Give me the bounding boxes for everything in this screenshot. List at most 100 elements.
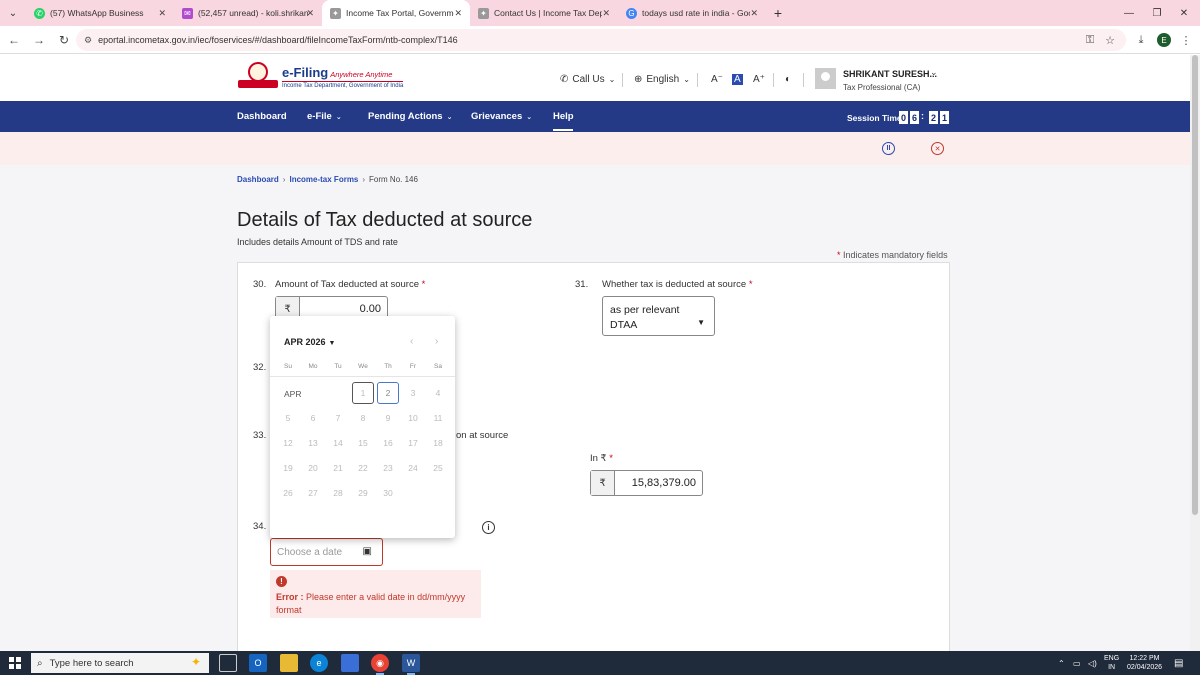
calendar-icon[interactable]: ▣ bbox=[363, 546, 372, 557]
browser-tab-mail[interactable]: ✉ (52,457 unread) - koli.shrikant@ ✕ bbox=[174, 0, 322, 26]
browser-tab-income-tax[interactable]: ✦ Income Tax Portal, Government ✕ bbox=[322, 0, 470, 26]
browser-tab-contact[interactable]: ✦ Contact Us | Income Tax Depart ✕ bbox=[470, 0, 618, 26]
notifications-icon[interactable]: ▤ bbox=[1174, 651, 1183, 675]
efiling-logo[interactable]: e-Filing Anywhere Anytime Income Tax Depa… bbox=[238, 62, 404, 92]
chevron-up-icon[interactable]: ⌃ bbox=[1058, 651, 1065, 675]
tds-basis-select[interactable]: as per relevant DTAA ▼ bbox=[602, 296, 715, 336]
page-scrollbar[interactable] bbox=[1190, 55, 1200, 651]
forward-arrow-icon[interactable]: → bbox=[27, 28, 51, 52]
calendar-day[interactable]: 4 bbox=[427, 382, 449, 404]
calendar-day[interactable]: 14 bbox=[327, 432, 349, 454]
file-explorer-icon[interactable] bbox=[280, 654, 298, 672]
calendar-day[interactable]: 20 bbox=[302, 457, 324, 479]
calendar-day[interactable]: 1 bbox=[352, 382, 374, 404]
calendar-day[interactable]: 24 bbox=[402, 457, 424, 479]
url-bar[interactable]: ⚙ eportal.incometax.gov.in/iec/foservice… bbox=[76, 29, 1126, 51]
calendar-day[interactable]: 2 bbox=[377, 382, 399, 404]
browser-tab-google[interactable]: G todays usd rate in india - Goog ✕ bbox=[618, 0, 766, 26]
pause-icon[interactable]: II bbox=[882, 142, 895, 155]
close-circle-icon[interactable]: ✕ bbox=[931, 142, 944, 155]
calendar-day[interactable]: 28 bbox=[327, 482, 349, 504]
font-increase-button[interactable]: A⁺ bbox=[753, 74, 765, 85]
datepicker-period-button[interactable]: APR 2026 ▼ bbox=[284, 337, 335, 347]
browser-menu-icon[interactable]: ⋮ bbox=[1174, 26, 1198, 54]
user-avatar[interactable] bbox=[815, 68, 836, 89]
nav-dashboard[interactable]: Dashboard bbox=[237, 111, 287, 122]
language-menu[interactable]: ⊕ English ⌄ bbox=[634, 74, 690, 85]
taskbar-search-input[interactable]: ⌕ Type here to search ✦ bbox=[31, 653, 209, 673]
volume-icon[interactable]: ◁) bbox=[1088, 651, 1097, 675]
calendar-day[interactable]: 7 bbox=[327, 407, 349, 429]
window-close-icon[interactable]: ✕ bbox=[1168, 0, 1200, 26]
calendar-day[interactable]: 10 bbox=[402, 407, 424, 429]
font-decrease-button[interactable]: A⁻ bbox=[711, 74, 723, 85]
calendar-day[interactable]: 6 bbox=[302, 407, 324, 429]
calendar-day[interactable]: 18 bbox=[427, 432, 449, 454]
scrollbar-thumb[interactable] bbox=[1192, 55, 1198, 515]
calendar-day[interactable]: 5 bbox=[277, 407, 299, 429]
close-icon[interactable]: ✕ bbox=[750, 8, 758, 19]
next-month-icon[interactable]: › bbox=[435, 336, 438, 347]
windows-start-icon[interactable] bbox=[9, 657, 21, 669]
calendar-day[interactable]: 30 bbox=[377, 482, 399, 504]
reload-icon[interactable]: ↻ bbox=[52, 28, 76, 52]
edge-icon[interactable]: e bbox=[310, 654, 328, 672]
close-icon[interactable]: ✕ bbox=[306, 8, 314, 19]
new-tab-plus-icon[interactable]: + bbox=[766, 0, 790, 26]
page-title: Details of Tax deducted at source bbox=[237, 209, 533, 231]
search-icon: ⌕ bbox=[37, 657, 43, 669]
calendar-day[interactable]: 21 bbox=[327, 457, 349, 479]
task-view-icon[interactable] bbox=[219, 654, 237, 672]
chevron-down-icon[interactable]: ⌄ bbox=[930, 67, 938, 78]
browser-tab-whatsapp[interactable]: ✆ (57) WhatsApp Business ✕ bbox=[26, 0, 174, 26]
q30-label: Amount of Tax deducted at source * bbox=[275, 279, 426, 290]
language-indicator[interactable]: ENG IN bbox=[1104, 654, 1119, 672]
calendar-day[interactable]: 19 bbox=[277, 457, 299, 479]
calendar-day[interactable]: 12 bbox=[277, 432, 299, 454]
calendar-day[interactable]: 17 bbox=[402, 432, 424, 454]
font-normal-button[interactable]: A bbox=[732, 74, 743, 85]
user-name[interactable]: SHRIKANT SURESH... bbox=[843, 69, 937, 79]
tab-search-icon[interactable]: ⌄ bbox=[0, 0, 26, 26]
chrome-icon[interactable]: ◉ bbox=[371, 654, 389, 675]
breadcrumb-dashboard[interactable]: Dashboard bbox=[237, 175, 279, 184]
word-icon[interactable]: W bbox=[402, 654, 420, 675]
calendar-day[interactable]: 3 bbox=[402, 382, 424, 404]
calendar-day[interactable]: 13 bbox=[302, 432, 324, 454]
back-arrow-icon[interactable]: ← bbox=[2, 28, 26, 52]
download-icon[interactable]: ⤓ bbox=[1129, 26, 1153, 54]
calendar-day[interactable]: 11 bbox=[427, 407, 449, 429]
site-settings-icon[interactable]: ⚙ bbox=[84, 35, 92, 46]
contrast-icon[interactable]: ◐ bbox=[785, 74, 791, 85]
calendar-day[interactable]: 16 bbox=[377, 432, 399, 454]
prev-month-icon[interactable]: ‹ bbox=[410, 336, 413, 347]
calendar-day[interactable]: 27 bbox=[302, 482, 324, 504]
calendar-day[interactable]: 23 bbox=[377, 457, 399, 479]
q33-amount-input[interactable]: ₹ 15,83,379.00 bbox=[590, 470, 703, 496]
calendar-day[interactable]: 25 bbox=[427, 457, 449, 479]
datepicker-popup: APR 2026 ▼ ‹ › Su Mo Tu We Th Fr Sa APR 1234567… bbox=[270, 316, 455, 538]
calendar-day[interactable]: 26 bbox=[277, 482, 299, 504]
nav-grievances[interactable]: Grievances ⌄ bbox=[471, 111, 532, 122]
date-input[interactable]: Choose a date ▣ bbox=[270, 538, 383, 566]
close-icon[interactable]: ✕ bbox=[602, 8, 610, 19]
nav-pending-actions[interactable]: Pending Actions ⌄ bbox=[368, 111, 452, 122]
calendar-day[interactable]: 22 bbox=[352, 457, 374, 479]
calendar-day[interactable]: 29 bbox=[352, 482, 374, 504]
calendar-day[interactable]: 9 bbox=[377, 407, 399, 429]
nav-help[interactable]: Help bbox=[553, 111, 574, 122]
nav-efile[interactable]: e-File ⌄ bbox=[307, 111, 342, 122]
calendar-day[interactable]: 15 bbox=[352, 432, 374, 454]
profile-avatar[interactable]: E bbox=[1152, 26, 1176, 54]
breadcrumb-income-tax-forms[interactable]: Income-tax Forms bbox=[289, 175, 358, 184]
taskbar-clock[interactable]: 12:22 PM 02/04/2026 bbox=[1127, 654, 1162, 672]
info-icon[interactable]: i bbox=[482, 521, 495, 534]
calendar-day[interactable]: 8 bbox=[352, 407, 374, 429]
close-icon[interactable]: ✕ bbox=[454, 8, 462, 19]
store-icon[interactable] bbox=[341, 654, 359, 672]
network-icon[interactable]: ▭ bbox=[1073, 651, 1081, 675]
call-us-menu[interactable]: ✆ Call Us ⌄ bbox=[560, 74, 615, 85]
close-icon[interactable]: ✕ bbox=[158, 8, 166, 19]
bookmark-star-icon[interactable]: ☆ bbox=[1098, 26, 1122, 54]
outlook-icon[interactable]: O bbox=[249, 654, 267, 672]
